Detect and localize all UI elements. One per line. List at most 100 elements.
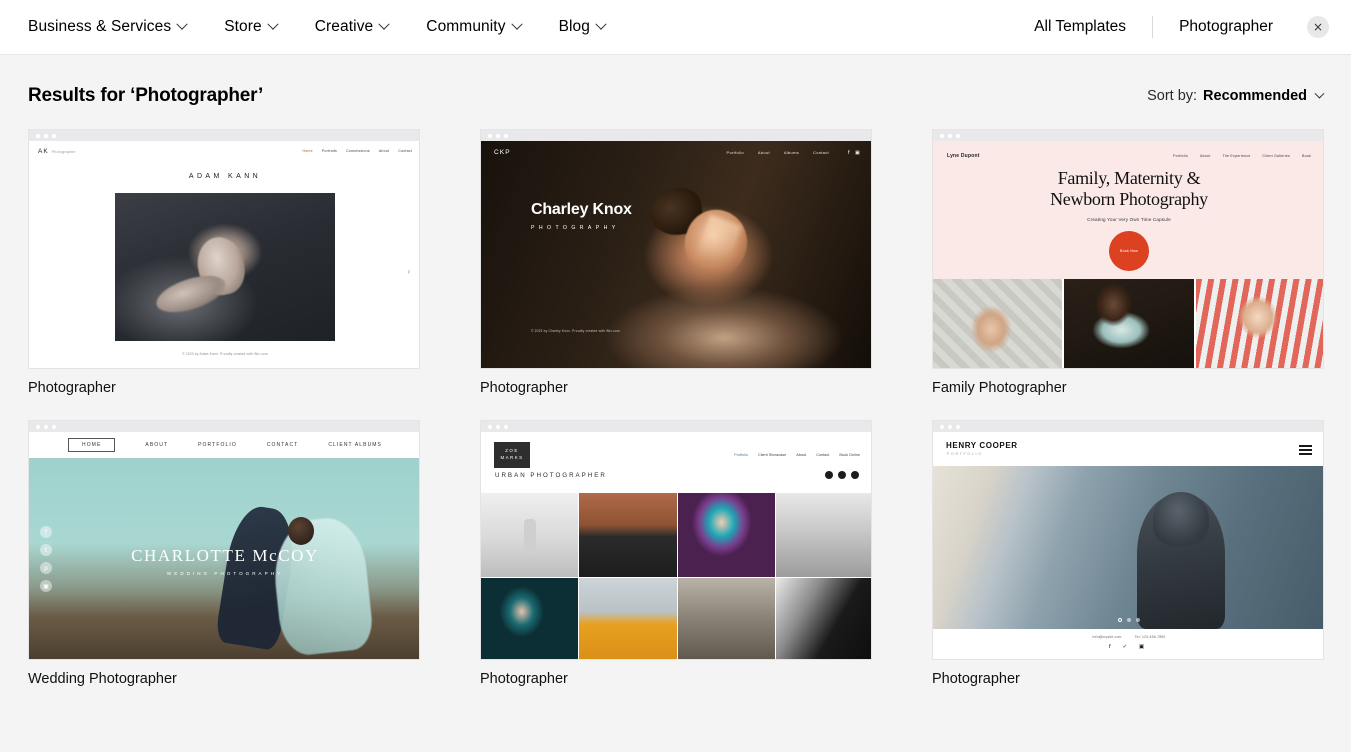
site-nav-item: About — [1200, 154, 1211, 158]
template-preview[interactable]: AK Photographer Home Portraits Commission… — [28, 129, 420, 369]
template-card[interactable]: HOME ABOUT PORTFOLIO CONTACT CLIENT ALBU… — [28, 420, 420, 687]
nav-item-store[interactable]: Store — [224, 18, 279, 36]
photo-thumb — [677, 493, 775, 577]
nav-label: Blog — [558, 18, 590, 35]
photo-detail — [287, 516, 314, 545]
header-right: All Templates Photographer × — [1034, 0, 1351, 54]
template-card[interactable]: Lyne Dupont Portfolio About The Experien… — [932, 129, 1324, 396]
site-nav-item: Book Online — [839, 453, 860, 457]
browser-dot — [44, 133, 48, 138]
all-templates-link[interactable]: All Templates — [1034, 18, 1126, 36]
site-heading: Family, Maternity & Newborn Photography — [933, 168, 1323, 210]
hero-photo — [933, 466, 1323, 630]
browser-dot — [504, 424, 508, 429]
browser-dot — [504, 133, 508, 138]
site-nav-item: Portfolio — [726, 150, 744, 155]
photo-thumb — [579, 493, 677, 577]
browser-chrome-bar — [933, 421, 1323, 432]
site-logo: ZOE MARKS — [494, 442, 530, 468]
template-card[interactable]: AK Photographer Home Portraits Commission… — [28, 129, 420, 396]
site-header: ZOE MARKS Portfolio Client Showcase Abou… — [481, 432, 871, 493]
template-grid: AK Photographer Home Portraits Commission… — [0, 107, 1351, 687]
browser-chrome-bar — [933, 130, 1323, 141]
browser-dot — [496, 424, 500, 429]
template-preview[interactable]: Lyne Dupont Portfolio About The Experien… — [932, 129, 1324, 369]
template-title: Photographer — [28, 380, 116, 396]
template-preview[interactable]: HENRY COOPER PORTFOLIO info@mysite.com T… — [932, 420, 1324, 660]
template-card[interactable]: ZOE MARKS Portfolio Client Showcase Abou… — [480, 420, 872, 687]
template-title: Photographer — [480, 380, 568, 396]
site-nav-item: Portfolio — [734, 453, 748, 457]
preview-canvas: HENRY COOPER PORTFOLIO info@mysite.com T… — [933, 432, 1323, 659]
instagram-icon: ▣ — [40, 580, 52, 592]
nav-item-business-services[interactable]: Business & Services — [28, 18, 188, 36]
social-icons: f ✓ ▣ — [1108, 644, 1150, 650]
site-logo-text: AK — [38, 147, 49, 155]
site-nav-item: Home — [302, 149, 313, 153]
site-nav-item: ABOUT — [145, 442, 169, 448]
browser-chrome-bar — [481, 421, 871, 432]
top-header: Business & Services Store Creative Commu… — [0, 0, 1351, 55]
site-logo: AK Photographer — [38, 148, 76, 155]
template-title: Photographer — [480, 671, 568, 687]
site-logo-sub: Photographer — [51, 149, 76, 154]
site-nav-item: Contact — [816, 453, 830, 457]
photo-thumb — [1195, 279, 1323, 368]
site-nav-item: Albums — [783, 150, 800, 155]
browser-dot — [948, 133, 952, 138]
nav-label: Community — [426, 18, 506, 35]
divider — [1152, 16, 1154, 38]
site-logo-line1: ZOE — [505, 448, 519, 454]
slider-dot-active — [1118, 618, 1122, 622]
nav-label: Store — [224, 18, 262, 35]
site-nav-item: About — [796, 453, 807, 457]
site-nav-links: Portfolio About The Experience Client Ga… — [1173, 154, 1311, 158]
footer-email: info@mysite.com — [1092, 635, 1122, 639]
sort-value: Recommended — [1203, 88, 1307, 104]
photo-grid — [481, 493, 871, 659]
site-nav-item: Portraits — [321, 149, 338, 153]
template-title: Wedding Photographer — [28, 671, 177, 687]
current-search-label[interactable]: Photographer — [1179, 18, 1273, 36]
photo-thumb — [1064, 279, 1194, 368]
photo-thumb — [775, 493, 871, 577]
template-preview[interactable]: HOME ABOUT PORTFOLIO CONTACT CLIENT ALBU… — [28, 420, 420, 660]
browser-dot — [956, 133, 960, 138]
site-logo: Lyne Dupont — [947, 153, 980, 159]
preview-canvas: HOME ABOUT PORTFOLIO CONTACT CLIENT ALBU… — [29, 432, 419, 659]
hamburger-menu-icon — [1299, 445, 1312, 458]
nav-item-creative[interactable]: Creative — [315, 18, 390, 36]
photo-strip — [933, 279, 1323, 368]
browser-dot — [956, 424, 960, 429]
sort-dropdown[interactable]: Sort by: Recommended — [1147, 88, 1325, 104]
template-card[interactable]: HENRY COOPER PORTFOLIO info@mysite.com T… — [932, 420, 1324, 687]
sort-label: Sort by: — [1147, 88, 1198, 104]
slider-dot — [1136, 618, 1140, 622]
site-heading: ADAM KANN — [188, 173, 262, 180]
site-nav-item: About — [378, 149, 390, 153]
browser-dot — [52, 133, 56, 138]
template-card[interactable]: CKP Portfolio About Albums Contact f ▣ C… — [480, 129, 872, 396]
site-nav: Lyne Dupont Portfolio About The Experien… — [933, 153, 1323, 159]
site-nav-links: Home Portraits Commissions About Contact — [302, 149, 412, 153]
close-icon[interactable]: × — [1307, 16, 1329, 38]
browser-dot — [948, 424, 952, 429]
template-preview[interactable]: CKP Portfolio About Albums Contact f ▣ C… — [480, 129, 872, 369]
burger-line — [1299, 449, 1312, 451]
template-preview[interactable]: ZOE MARKS Portfolio Client Showcase Abou… — [480, 420, 872, 660]
site-subheading: Creating Your Very Own Time Capsule — [1087, 217, 1171, 223]
site-logo-line2: MARKS — [500, 455, 524, 460]
photo-detail — [1152, 492, 1209, 547]
site-nav-item: HOME — [67, 438, 116, 452]
hero-photo: f t p ▣ CHARLOTTE McCOY WEDDING PHOTOGRA… — [29, 458, 419, 659]
site-heading: Charley Knox — [531, 201, 632, 218]
facebook-icon: f — [40, 526, 52, 538]
hero-photo: CKP Portfolio About Albums Contact f ▣ C… — [481, 141, 871, 368]
results-bar: Results for ‘Photographer’ Sort by: Reco… — [0, 55, 1351, 107]
site-heading-line2: Newborn Photography — [1050, 189, 1208, 210]
site-footer: info@mysite.com Tel: 123-456-7890 f ✓ ▣ — [933, 629, 1323, 659]
nav-item-blog[interactable]: Blog — [558, 18, 607, 36]
nav-item-community[interactable]: Community — [426, 18, 523, 36]
instagram-icon — [851, 471, 859, 479]
site-nav-item: CONTACT — [266, 442, 299, 448]
